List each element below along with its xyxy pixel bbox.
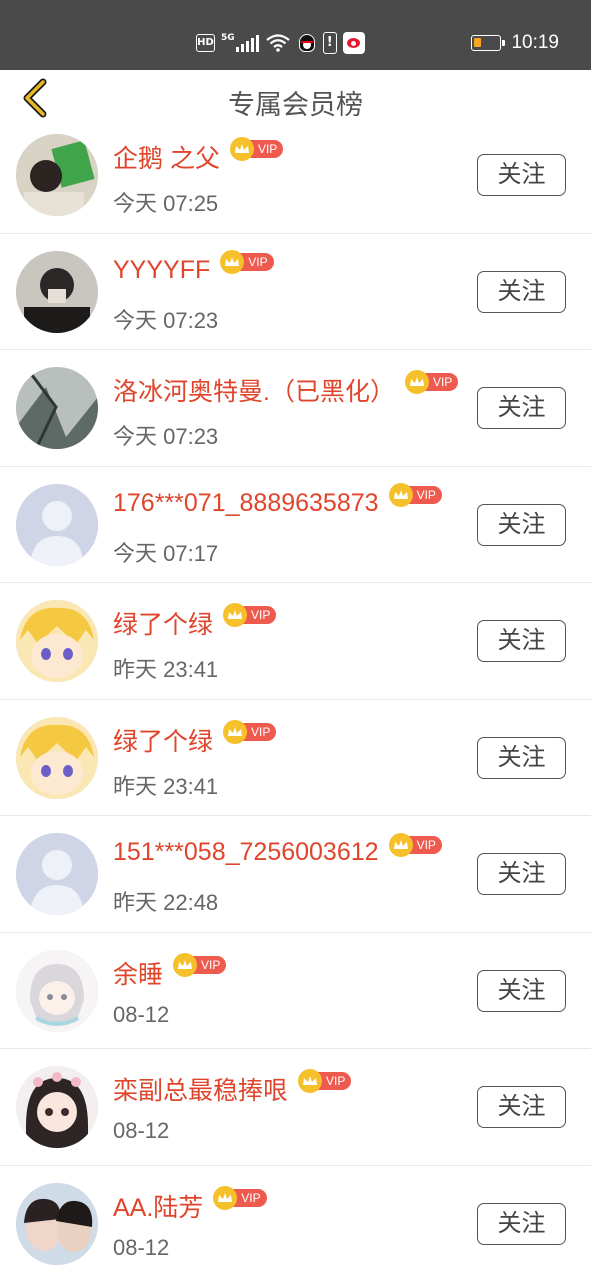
clock: 10:19: [511, 32, 559, 53]
member-name[interactable]: 绿了个绿: [113, 605, 213, 641]
member-name[interactable]: 企鹅 之父: [113, 139, 220, 175]
status-bar: HD 5G 10:19: [0, 0, 591, 70]
crown-icon: [298, 1069, 323, 1093]
default-avatar[interactable]: [16, 483, 98, 566]
avatar[interactable]: [16, 949, 98, 1032]
signal-icon: 5G: [221, 34, 259, 52]
list-item[interactable]: YYYYFF VIP 今天 07:23 关注: [0, 234, 591, 350]
member-name[interactable]: 洛冰河奥特曼.（已黑化）: [113, 372, 395, 408]
join-time: 昨天 22:48: [113, 890, 219, 915]
list-item[interactable]: 余睡 VIP 08-12 关注: [0, 933, 591, 1049]
crown-icon: [388, 832, 413, 857]
list-item[interactable]: 洛冰河奥特曼.（已黑化） VIP 今天 07:23 关注: [0, 350, 591, 467]
crown-icon: [404, 370, 429, 394]
follow-button[interactable]: 关注: [477, 1086, 566, 1128]
crown-icon: [229, 137, 254, 161]
follow-button[interactable]: 关注: [477, 270, 566, 313]
member-name[interactable]: 余睡: [113, 955, 163, 991]
member-name[interactable]: 176***071_8889635873: [113, 489, 379, 518]
avatar[interactable]: [16, 250, 98, 333]
follow-button[interactable]: 关注: [477, 969, 566, 1012]
member-name[interactable]: 栾副总最稳捧哏: [113, 1071, 288, 1107]
avatar[interactable]: [16, 1066, 98, 1148]
avatar[interactable]: [16, 367, 98, 449]
avatar[interactable]: [16, 600, 98, 682]
vip-badge: VIP: [388, 483, 442, 507]
vip-badge: VIP: [173, 952, 227, 977]
follow-button[interactable]: 关注: [477, 620, 566, 662]
vip-badge: VIP: [213, 1185, 267, 1210]
vip-badge: VIP: [388, 832, 442, 857]
weibo-icon: [342, 32, 365, 54]
vip-badge: VIP: [298, 1069, 352, 1093]
list-item[interactable]: 绿了个绿 VIP 昨天 23:41 关注: [0, 583, 591, 700]
join-time: 今天 07:17: [113, 540, 219, 566]
join-time: 08-12: [113, 1001, 170, 1027]
join-time: 08-12: [113, 1234, 170, 1260]
member-name[interactable]: AA.陆芳: [113, 1188, 203, 1224]
battery-icon: [471, 35, 506, 51]
warning-icon: [322, 32, 337, 54]
avatar[interactable]: [16, 134, 98, 216]
join-time: 昨天 23:41: [113, 657, 219, 682]
vip-badge: VIP: [229, 137, 284, 161]
crown-icon: [173, 952, 198, 977]
list-item[interactable]: 栾副总最稳捧哏 VIP 08-12 关注: [0, 1049, 591, 1166]
vip-badge: VIP: [223, 603, 277, 627]
network-type-label: 5G: [221, 33, 235, 43]
list-item[interactable]: AA.陆芳 VIP 08-12 关注: [0, 1166, 591, 1280]
crown-icon: [223, 719, 248, 744]
follow-button[interactable]: 关注: [477, 1202, 566, 1245]
member-list: 企鹅 之父 VIP 今天 07:25 关注 YYYYFF VIP 今天 07:2…: [0, 117, 591, 1280]
vip-badge: VIP: [220, 250, 274, 274]
member-name[interactable]: 151***058_7256003612: [113, 838, 379, 867]
crown-icon: [388, 483, 413, 507]
follow-button[interactable]: 关注: [477, 387, 566, 429]
crown-icon: [213, 1185, 238, 1210]
member-name[interactable]: 绿了个绿: [113, 722, 213, 758]
wifi-icon: [265, 34, 290, 52]
join-time: 今天 07:23: [113, 424, 219, 449]
join-time: 08-12: [113, 1118, 170, 1143]
follow-button[interactable]: 关注: [477, 853, 566, 895]
join-time: 今天 07:25: [113, 191, 219, 216]
list-item[interactable]: 企鹅 之父 VIP 今天 07:25 关注: [0, 117, 591, 234]
list-item[interactable]: 176***071_8889635873 VIP 今天 07:17 关注: [0, 467, 591, 583]
follow-button[interactable]: 关注: [477, 736, 566, 779]
follow-button[interactable]: 关注: [477, 154, 566, 196]
qq-icon: [297, 32, 317, 54]
list-item[interactable]: 151***058_7256003612 VIP 昨天 22:48 关注: [0, 816, 591, 933]
default-avatar[interactable]: [16, 833, 98, 915]
join-time: 今天 07:23: [113, 307, 219, 333]
status-icons: HD 5G: [196, 30, 365, 56]
vip-badge: VIP: [404, 370, 459, 394]
avatar[interactable]: [16, 1182, 98, 1265]
follow-button[interactable]: 关注: [477, 503, 566, 546]
vip-badge: VIP: [223, 719, 277, 744]
hd-icon: HD: [196, 34, 215, 52]
join-time: 昨天 23:41: [113, 773, 219, 799]
crown-icon: [223, 603, 248, 627]
member-name[interactable]: YYYYFF: [113, 256, 210, 285]
avatar[interactable]: [16, 716, 98, 799]
list-item[interactable]: 绿了个绿 VIP 昨天 23:41 关注: [0, 700, 591, 816]
